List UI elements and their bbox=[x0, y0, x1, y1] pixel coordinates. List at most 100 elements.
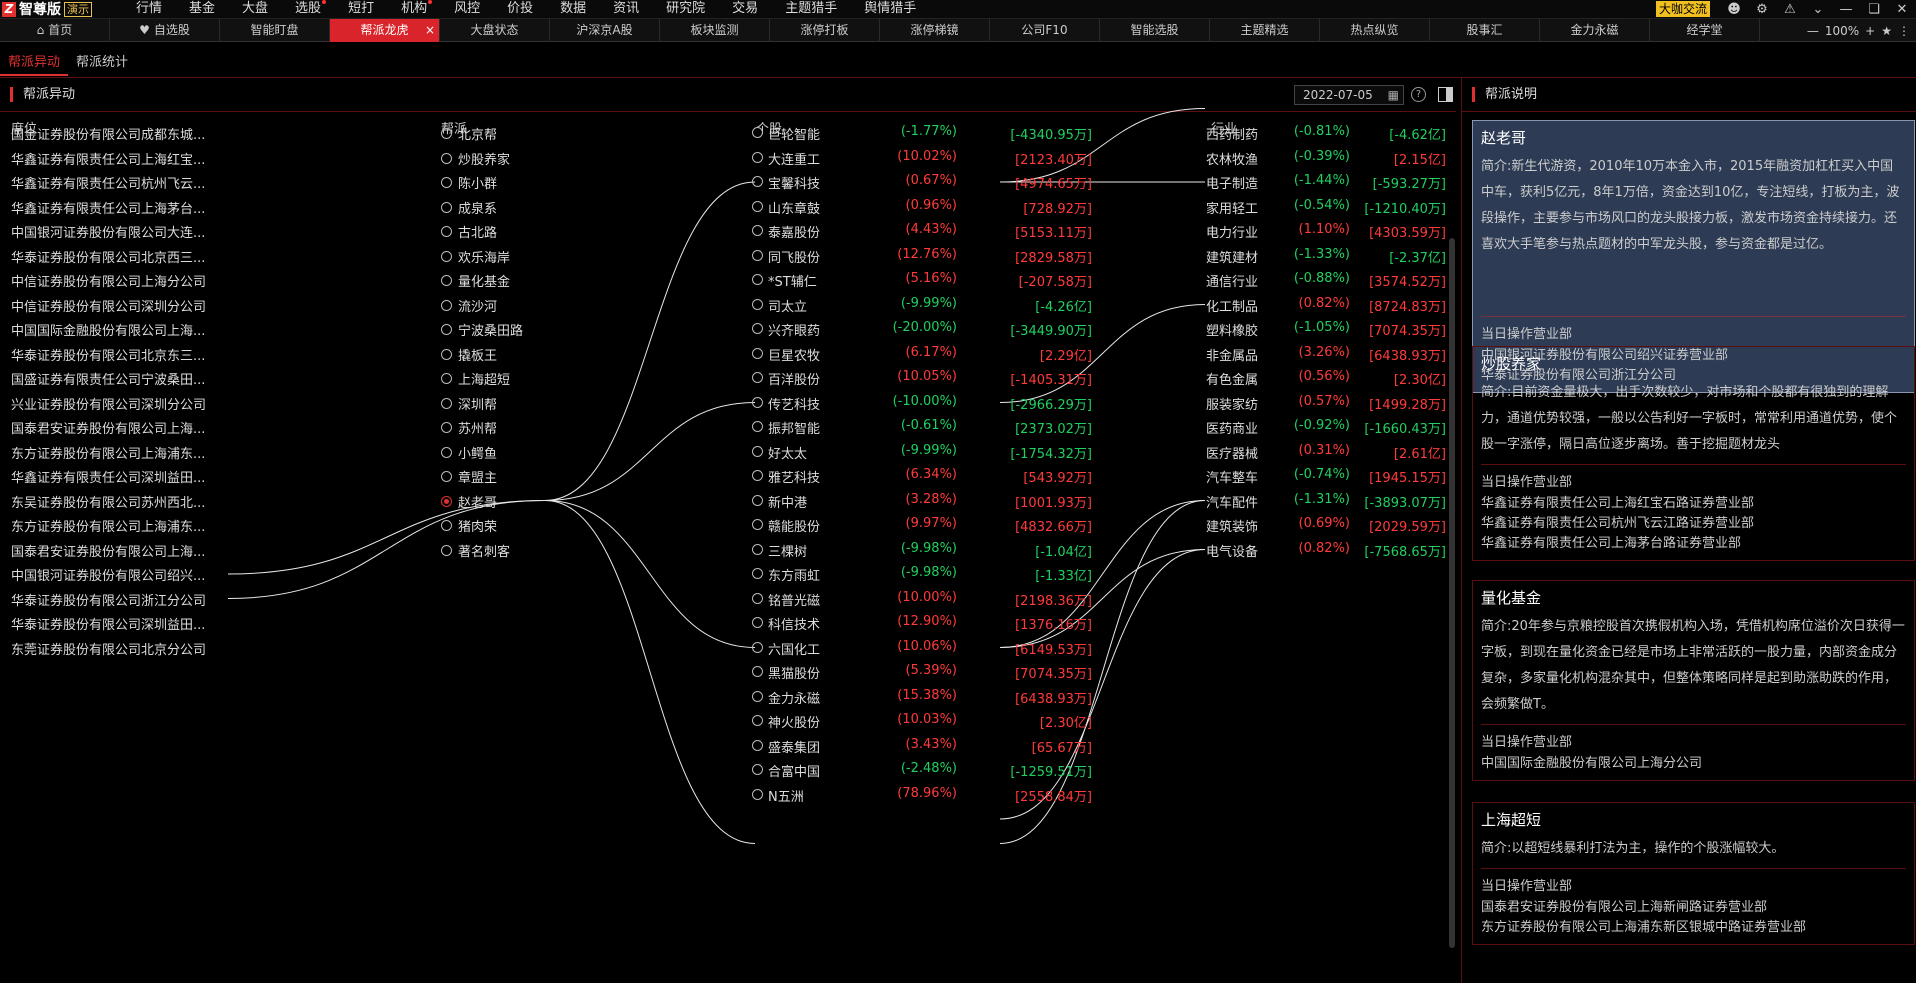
seat-item[interactable]: 华鑫证券有限责任公司深圳益田... bbox=[11, 467, 205, 486]
alert-icon[interactable]: ⚠ bbox=[1776, 0, 1804, 18]
gang-item[interactable]: 小鳄鱼 bbox=[441, 443, 497, 462]
menu-item[interactable]: 数据 bbox=[560, 0, 586, 18]
gang-item[interactable]: 流沙河 bbox=[441, 296, 497, 315]
tab-item[interactable]: 沪深京A股 bbox=[550, 19, 660, 42]
radio-button[interactable] bbox=[752, 666, 763, 677]
gang-item[interactable]: 成泉系 bbox=[441, 198, 497, 217]
gang-item[interactable]: 陈小群 bbox=[441, 173, 497, 192]
help-icon[interactable]: ? bbox=[1411, 87, 1426, 102]
calendar-icon[interactable]: ▦ bbox=[1388, 86, 1399, 104]
radio-button[interactable] bbox=[441, 275, 452, 286]
gang-item[interactable]: 撬板王 bbox=[441, 345, 497, 364]
radio-button[interactable] bbox=[441, 299, 452, 311]
radio-button[interactable] bbox=[752, 592, 763, 604]
settings-icon[interactable]: ⚙ bbox=[1748, 0, 1776, 18]
tab-item[interactable]: 智能盯盘 bbox=[220, 19, 330, 42]
tab-item[interactable]: 经学堂 bbox=[1650, 19, 1760, 42]
gang-item[interactable]: 章盟主 bbox=[441, 467, 497, 486]
seat-item[interactable]: 东莞证券股份有限公司北京分公司 bbox=[11, 639, 206, 658]
tab-item[interactable]: 主题精选 bbox=[1210, 19, 1320, 42]
menu-item[interactable]: 舆情猎手 bbox=[864, 0, 916, 18]
menu-item[interactable]: 大盘 bbox=[242, 0, 268, 18]
gang-item[interactable]: 苏州帮 bbox=[441, 418, 497, 437]
seat-item[interactable]: 国金证券股份有限公司成都东城... bbox=[11, 124, 205, 143]
seat-item[interactable]: 华泰证券股份有限公司北京东三... bbox=[11, 345, 205, 364]
close-icon[interactable]: ✕ bbox=[1888, 0, 1916, 18]
tab-item[interactable]: 热点纵览 bbox=[1320, 19, 1430, 42]
tab-item[interactable]: 大盘状态 bbox=[440, 19, 550, 42]
radio-button[interactable] bbox=[752, 274, 763, 285]
menu-item[interactable]: 价投 bbox=[507, 0, 533, 18]
radio-button[interactable] bbox=[752, 127, 763, 138]
seat-item[interactable]: 华泰证券股份有限公司浙江分公司 bbox=[11, 590, 206, 609]
menu-item[interactable]: 交易 bbox=[732, 0, 758, 18]
gang-item[interactable]: 上海超短 bbox=[441, 369, 510, 388]
tab-item[interactable]: 涨停梯镜 bbox=[880, 19, 990, 42]
menu-item[interactable]: 行情 bbox=[136, 0, 162, 18]
radio-button[interactable] bbox=[441, 520, 452, 531]
menu-item[interactable]: 短打 bbox=[348, 0, 374, 18]
tab-item[interactable]: 帮派龙虎 × bbox=[330, 19, 440, 42]
gang-item[interactable]: 深圳帮 bbox=[441, 394, 497, 413]
radio-button[interactable] bbox=[441, 471, 452, 482]
radio-button[interactable] bbox=[752, 372, 763, 383]
seat-item[interactable]: 国泰君安证券股份有限公司上海... bbox=[11, 541, 205, 560]
radio-button[interactable] bbox=[752, 347, 763, 359]
seat-item[interactable]: 华泰证券股份有限公司深圳益田... bbox=[11, 614, 205, 633]
menu-item[interactable]: 选股 bbox=[295, 0, 327, 18]
seat-item[interactable]: 中信证券股份有限公司深圳分公司 bbox=[11, 296, 206, 315]
gang-item[interactable]: 著名刺客 bbox=[441, 541, 510, 560]
seat-item[interactable]: 兴业证券股份有限公司深圳分公司 bbox=[11, 394, 206, 413]
tab-item[interactable]: 股事汇 bbox=[1430, 19, 1540, 42]
radio-button[interactable] bbox=[752, 568, 763, 579]
radio-button[interactable] bbox=[752, 788, 763, 800]
radio-button[interactable] bbox=[752, 764, 763, 775]
gang-item[interactable]: 宁波桑田路 bbox=[441, 320, 523, 339]
seat-item[interactable]: 东方证券股份有限公司上海浦东... bbox=[11, 443, 205, 462]
tab-close-icon[interactable]: × bbox=[425, 19, 435, 42]
seat-item[interactable]: 国泰君安证券股份有限公司上海... bbox=[11, 418, 205, 437]
gang-item[interactable]: 量化基金 bbox=[441, 271, 510, 290]
promo-button[interactable]: 大咖交流 bbox=[1655, 1, 1710, 17]
tab-item[interactable]: ⌂ 首页 bbox=[0, 19, 110, 42]
menu-item[interactable]: 主题猎手 bbox=[785, 0, 837, 18]
radio-button[interactable] bbox=[752, 641, 763, 653]
radio-button[interactable] bbox=[752, 151, 763, 163]
seat-item[interactable]: 中国银河证券股份有限公司大连... bbox=[11, 222, 205, 241]
menu-item[interactable]: 基金 bbox=[189, 0, 215, 18]
gang-card[interactable]: 上海超短 简介:以超短线暴利打法为主，操作的个股涨幅较大。 当日操作营业部 国泰君安证… bbox=[1472, 802, 1915, 945]
radio-button[interactable] bbox=[752, 249, 763, 261]
tab-item[interactable]: 涨停打板 bbox=[770, 19, 880, 42]
radio-button[interactable] bbox=[752, 298, 763, 310]
radio-button[interactable] bbox=[752, 225, 763, 236]
restore-icon[interactable]: ❏ bbox=[1860, 0, 1888, 18]
seat-item[interactable]: 华鑫证券有限责任公司上海红宝... bbox=[11, 149, 205, 168]
menu-item[interactable]: 资讯 bbox=[613, 0, 639, 18]
menu-item[interactable]: 研究院 bbox=[666, 0, 705, 18]
collapse-icon[interactable]: ⌄ bbox=[1804, 0, 1832, 18]
tab-item[interactable]: 板块监测 bbox=[660, 19, 770, 42]
subtab[interactable]: 帮派异动 bbox=[0, 52, 69, 76]
radio-button[interactable] bbox=[441, 397, 452, 409]
radio-button[interactable] bbox=[441, 152, 452, 164]
more-icon[interactable]: ⋮ bbox=[1898, 24, 1910, 38]
seat-item[interactable]: 中信证券股份有限公司上海分公司 bbox=[11, 271, 206, 290]
seat-item[interactable]: 中国国际金融股份有限公司上海... bbox=[11, 320, 205, 339]
gang-item[interactable]: 赵老哥 bbox=[441, 492, 497, 511]
radio-button[interactable] bbox=[752, 200, 763, 212]
date-picker[interactable]: 2022-07-05 ▦ bbox=[1294, 85, 1404, 105]
scrollbar[interactable] bbox=[1449, 238, 1455, 948]
radio-button[interactable] bbox=[441, 324, 452, 335]
gang-card[interactable]: 量化基金 简介:20年参与京粮控股首次携假机构入场，凭借机构席位溢价次日获得一字板… bbox=[1472, 580, 1915, 781]
radio-button[interactable] bbox=[441, 422, 452, 433]
radio-button[interactable] bbox=[752, 323, 763, 334]
radio-button[interactable] bbox=[752, 494, 763, 506]
radio-button[interactable] bbox=[752, 445, 763, 457]
radio-button[interactable] bbox=[441, 495, 452, 507]
gang-item[interactable]: 北京帮 bbox=[441, 124, 497, 143]
gang-item[interactable]: 炒股养家 bbox=[441, 149, 510, 168]
seat-item[interactable]: 国盛证券有限责任公司宁波桑田... bbox=[11, 369, 205, 388]
radio-button[interactable] bbox=[752, 519, 763, 530]
star-icon[interactable]: ★ bbox=[1881, 24, 1892, 38]
seat-item[interactable]: 华泰证券股份有限公司北京西三... bbox=[11, 247, 205, 266]
